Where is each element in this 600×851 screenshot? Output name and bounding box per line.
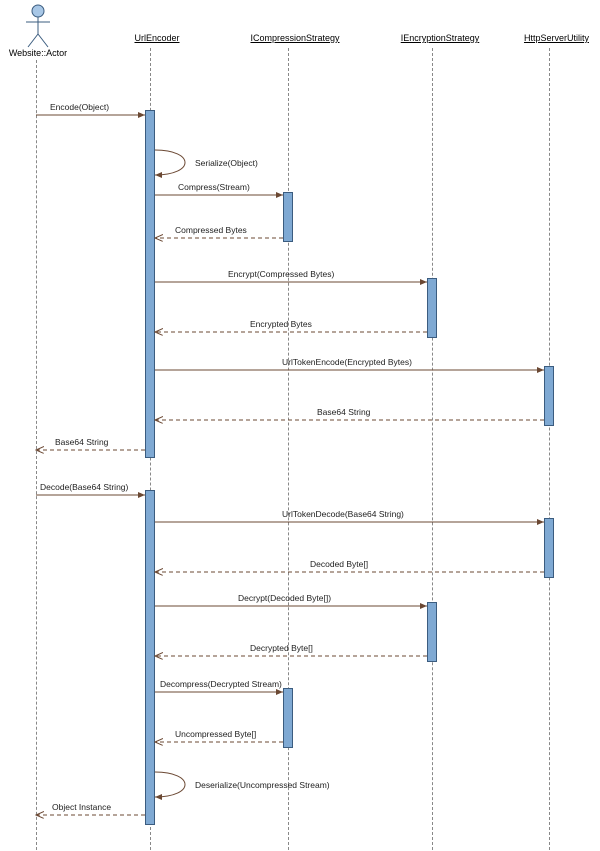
actor-label: Website::Actor [8, 48, 68, 58]
actor-website: Website::Actor [8, 4, 68, 58]
msg-urltokenencode: UrlTokenEncode(Encrypted Bytes) [282, 357, 412, 367]
actor-icon [23, 4, 53, 48]
activation-httpserver-decode [544, 518, 554, 578]
msg-compressed-return: Compressed Bytes [175, 225, 247, 235]
msg-encrypted-return: Encrypted Bytes [250, 319, 312, 329]
msg-base64-actor: Base64 String [55, 437, 108, 447]
participant-httpserver: HttpServerUtility [507, 28, 600, 48]
participant-urlencoder: UrlEncoder [115, 28, 199, 48]
activation-httpserver-encode [544, 366, 554, 426]
msg-deserialize: Deserialize(Uncompressed Stream) [195, 780, 330, 790]
activation-compression-decompress [283, 688, 293, 748]
msg-decode: Decode(Base64 String) [40, 482, 128, 492]
msg-serialize: Serialize(Object) [195, 158, 258, 168]
msg-compress: Compress(Stream) [178, 182, 250, 192]
msg-encrypt: Encrypt(Compressed Bytes) [228, 269, 334, 279]
msg-base64-return: Base64 String [317, 407, 370, 417]
msg-uncompressed-return: Uncompressed Byte[] [175, 729, 256, 739]
arrows-overlay [0, 0, 600, 851]
activation-urlencoder-decode [145, 490, 155, 825]
activation-encryption-encrypt [427, 278, 437, 338]
participant-encryption: IEncryptionStrategy [383, 28, 497, 48]
participant-compression: ICompressionStrategy [233, 28, 357, 48]
lifeline-httpserver [549, 48, 550, 850]
lifeline-encryption [432, 48, 433, 850]
lifeline-actor [36, 60, 37, 850]
msg-object-return: Object Instance [52, 802, 111, 812]
msg-decrypted-return: Decrypted Byte[] [250, 643, 313, 653]
msg-decrypt: Decrypt(Decoded Byte[]) [238, 593, 331, 603]
msg-decompress: Decompress(Decrypted Stream) [160, 679, 282, 689]
msg-encode: Encode(Object) [50, 102, 109, 112]
activation-compression-compress [283, 192, 293, 242]
activation-urlencoder-encode [145, 110, 155, 458]
activation-encryption-decrypt [427, 602, 437, 662]
msg-decoded-return: Decoded Byte[] [310, 559, 368, 569]
msg-urltokendecode: UrlTokenDecode(Base64 String) [282, 509, 404, 519]
